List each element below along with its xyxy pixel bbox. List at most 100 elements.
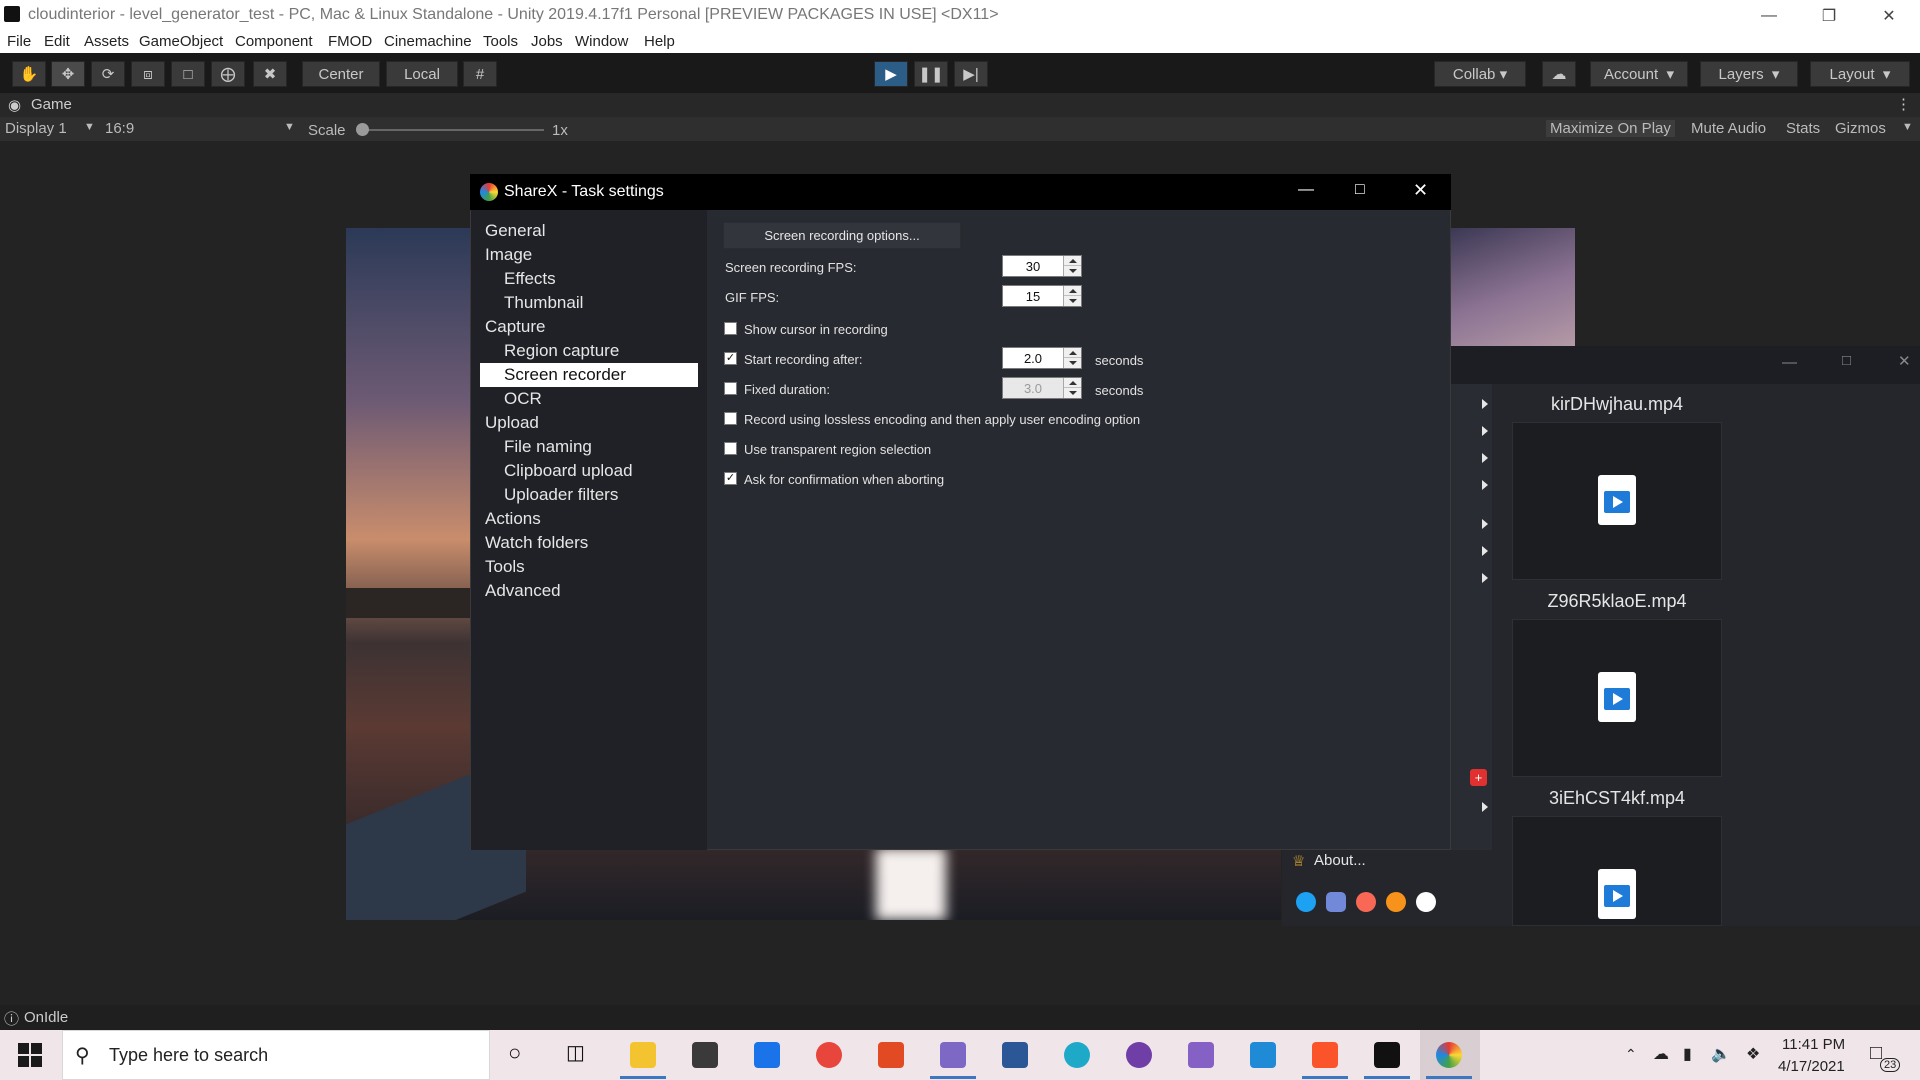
github-icon[interactable] [1416, 892, 1436, 912]
rotate-tool-icon[interactable]: ⟳ [91, 61, 125, 87]
menu-edit[interactable]: Edit [44, 33, 70, 50]
chevron-down-icon[interactable]: ▼ [1902, 121, 1913, 133]
fixed-duration-checkbox[interactable] [724, 382, 737, 395]
decrement-icon[interactable] [1064, 358, 1081, 368]
collab-button[interactable]: Collab ▾ [1434, 61, 1526, 87]
mail-icon[interactable] [754, 1042, 780, 1068]
pause-button[interactable]: ❚❚ [914, 61, 948, 87]
nav-watch-folders[interactable]: Watch folders [485, 531, 588, 555]
bitcoin-icon[interactable] [1386, 892, 1406, 912]
twitter-icon[interactable] [1296, 892, 1316, 912]
start-after-stepper[interactable] [1002, 347, 1082, 369]
rect-tool-icon[interactable]: □ [171, 61, 205, 87]
clock-time[interactable]: 11:41 PM [1782, 1036, 1845, 1053]
pivot-local-button[interactable]: Local [386, 61, 458, 87]
menu-tools[interactable]: Tools [483, 33, 518, 50]
taskbar-search[interactable]: ⚲ Type here to search [62, 1030, 490, 1080]
file-thumbnail[interactable] [1512, 422, 1722, 580]
fps-stepper[interactable] [1002, 255, 1082, 277]
layers-dropdown[interactable]: Layers ▾ [1700, 61, 1798, 87]
menu-assets[interactable]: Assets [84, 33, 129, 50]
confirm-abort-checkbox[interactable]: ✓ [724, 472, 737, 485]
onedrive-icon[interactable]: ☁ [1653, 1044, 1669, 1064]
scale-slider-track[interactable] [362, 129, 544, 131]
word-icon[interactable] [1002, 1042, 1028, 1068]
volume-icon[interactable]: 🔈 [1711, 1044, 1731, 1064]
start-after-checkbox[interactable]: ✓ [724, 352, 737, 365]
close-button[interactable]: ✕ [1413, 180, 1428, 201]
step-button[interactable]: ▶| [954, 61, 988, 87]
about-menu-item[interactable]: About... [1314, 852, 1366, 869]
tab-game[interactable]: Game [31, 96, 72, 113]
nav-thumbnail[interactable]: Thumbnail [504, 291, 583, 315]
notification-badge-icon[interactable]: + [1470, 769, 1487, 786]
start-button[interactable] [18, 1043, 42, 1067]
minimize-button[interactable]: — [1782, 354, 1797, 371]
pivot-center-button[interactable]: Center [302, 61, 380, 87]
edge-icon[interactable] [1064, 1042, 1090, 1068]
nav-file-naming[interactable]: File naming [504, 435, 592, 459]
start-after-input[interactable] [1003, 348, 1063, 368]
gizmos-toggle[interactable]: Gizmos [1835, 120, 1886, 137]
discord-app-icon[interactable] [940, 1042, 966, 1068]
task-view-icon[interactable]: ◫ [566, 1040, 585, 1065]
move-tool-icon[interactable]: ✥ [51, 61, 85, 87]
screen-recording-options-button[interactable]: Screen recording options... [723, 222, 961, 249]
file-thumbnail[interactable] [1512, 619, 1722, 777]
brave-icon[interactable] [1312, 1042, 1338, 1068]
menu-window[interactable]: Window [575, 33, 628, 50]
mute-audio-toggle[interactable]: Mute Audio [1691, 120, 1766, 137]
gif-fps-input[interactable] [1003, 286, 1063, 306]
hand-tool-icon[interactable]: ✋ [12, 61, 46, 87]
unity-hub-icon[interactable] [1374, 1042, 1400, 1068]
nav-ocr[interactable]: OCR [504, 387, 542, 411]
minimize-button[interactable]: — [1740, 0, 1798, 31]
lossless-checkbox[interactable] [724, 412, 737, 425]
nav-effects[interactable]: Effects [504, 267, 556, 291]
increment-icon[interactable] [1064, 256, 1081, 266]
discord-icon[interactable] [1326, 892, 1346, 912]
vscode-icon[interactable] [1250, 1042, 1276, 1068]
increment-icon[interactable] [1064, 286, 1081, 296]
chrome-icon[interactable] [816, 1042, 842, 1068]
nav-uploader-filters[interactable]: Uploader filters [504, 483, 618, 507]
scale-slider-handle[interactable] [356, 123, 369, 136]
nav-upload[interactable]: Upload [485, 411, 539, 435]
sharex-taskbar-icon[interactable] [1436, 1042, 1462, 1068]
fps-input[interactable] [1003, 256, 1063, 276]
maximize-button[interactable]: □ [1355, 181, 1365, 199]
nav-general[interactable]: General [485, 219, 545, 243]
show-cursor-checkbox[interactable] [724, 322, 737, 335]
close-button[interactable]: ✕ [1860, 0, 1918, 31]
grid-snap-icon[interactable]: # [463, 61, 497, 87]
file-explorer-icon[interactable] [630, 1042, 656, 1068]
chevron-up-icon[interactable]: ⌃ [1625, 1046, 1637, 1063]
transform-tool-icon[interactable]: ⨁ [211, 61, 245, 87]
scale-tool-icon[interactable]: ⧈ [131, 61, 165, 87]
tab-menu-icon[interactable]: ⋮ [1896, 95, 1911, 113]
decrement-icon[interactable] [1064, 266, 1081, 276]
custom-tool-icon[interactable]: ✖ [253, 61, 287, 87]
close-button[interactable]: ✕ [1898, 352, 1911, 370]
visual-studio-icon[interactable] [1188, 1042, 1214, 1068]
nav-tools[interactable]: Tools [485, 555, 525, 579]
nav-capture[interactable]: Capture [485, 315, 545, 339]
nav-screen-recorder[interactable]: Screen recorder [480, 363, 698, 387]
menu-help[interactable]: Help [644, 33, 675, 50]
maximize-button[interactable]: □ [1842, 352, 1851, 369]
restore-button[interactable]: ❐ [1800, 0, 1858, 31]
decrement-icon[interactable] [1064, 296, 1081, 306]
nav-region-capture[interactable]: Region capture [504, 339, 619, 363]
menu-component[interactable]: Component [235, 33, 313, 50]
menu-gameobject[interactable]: GameObject [139, 33, 223, 50]
nav-image[interactable]: Image [485, 243, 532, 267]
patreon-icon[interactable] [1356, 892, 1376, 912]
play-button[interactable]: ▶ [874, 61, 908, 87]
menu-fmod[interactable]: FMOD [328, 33, 372, 50]
office-icon[interactable] [878, 1042, 904, 1068]
stats-toggle[interactable]: Stats [1786, 120, 1820, 137]
menu-file[interactable]: File [7, 33, 31, 50]
minimize-button[interactable]: — [1298, 181, 1314, 199]
nav-clipboard-upload[interactable]: Clipboard upload [504, 459, 633, 483]
transparent-region-checkbox[interactable] [724, 442, 737, 455]
